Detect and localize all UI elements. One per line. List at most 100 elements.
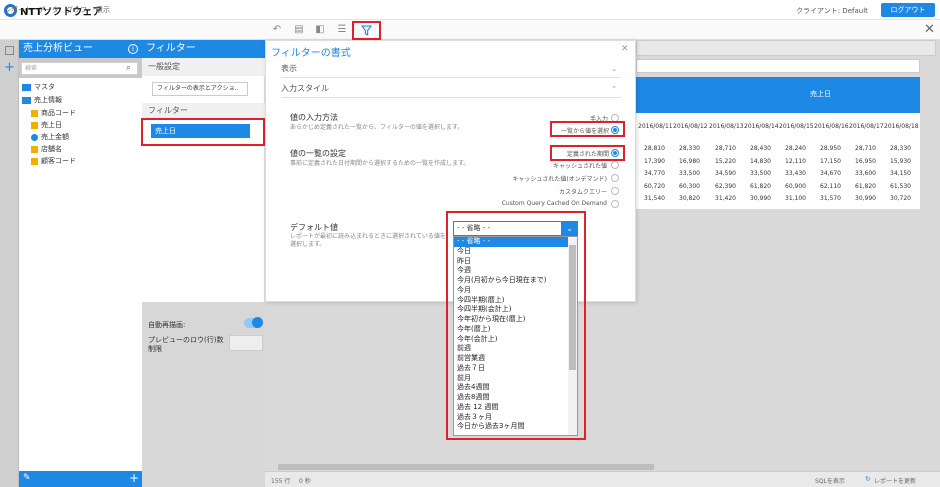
- section-input-style[interactable]: 入力スタイル ⌃: [281, 80, 621, 98]
- sort-icon[interactable]: ☰: [335, 23, 349, 37]
- horizontal-scrollbar[interactable]: [278, 464, 654, 470]
- default-value-select[interactable]: - - 省略 - -: [453, 221, 578, 236]
- radio-custom-query[interactable]: [611, 187, 619, 195]
- column-header[interactable]: 2016/08/16: [814, 123, 849, 130]
- add-icon[interactable]: +: [129, 471, 139, 485]
- edit-icon[interactable]: ✎: [23, 473, 31, 483]
- tree-field-customer-code[interactable]: 顧客コード: [31, 156, 76, 166]
- tree-folder-sales[interactable]: 売上情報: [22, 95, 62, 105]
- refresh-icon[interactable]: ↻: [865, 475, 871, 483]
- dropdown-option[interactable]: 昨日: [454, 257, 577, 267]
- table-cell: 28,430: [750, 145, 771, 152]
- chevron-down-icon[interactable]: ⌄: [561, 221, 578, 236]
- refresh-report-link[interactable]: レポートを更新: [874, 476, 916, 485]
- table-cell: 61,820: [855, 182, 876, 190]
- auto-refresh-toggle[interactable]: [244, 317, 263, 328]
- show-sql-link[interactable]: SQLを表示: [815, 476, 845, 485]
- chevron-up-icon: ⌃: [611, 85, 617, 93]
- undo-icon[interactable]: ↶: [270, 23, 284, 37]
- add-icon[interactable]: +: [4, 60, 15, 75]
- display-action-button[interactable]: フィルターの表示とアクショ..: [152, 82, 248, 96]
- dropdown-option[interactable]: 過去4週間: [454, 383, 577, 393]
- layout-icon[interactable]: ◧: [313, 23, 327, 37]
- search-icon[interactable]: ⌕: [126, 63, 131, 73]
- report-search-bar[interactable]: [636, 59, 920, 73]
- table-cell: 34,150: [890, 170, 911, 177]
- tree-field-sales-amount[interactable]: 売上金額: [31, 132, 69, 142]
- dropdown-option[interactable]: 今月(月初から今日現在まで): [454, 276, 577, 286]
- info-icon[interactable]: i: [128, 44, 138, 54]
- grid-icon[interactable]: [5, 46, 14, 55]
- table-cell: 61,820: [750, 182, 771, 190]
- field-icon: [31, 121, 38, 129]
- dropdown-option[interactable]: 前週: [454, 344, 577, 354]
- menu-report[interactable]: レポート: [4, 5, 32, 15]
- table-cell: 33,500: [750, 170, 771, 177]
- table-cell: 31,570: [820, 195, 841, 202]
- dropdown-option[interactable]: 今四半期(暦上): [454, 296, 577, 306]
- default-value-title: デフォルト値: [290, 223, 338, 232]
- radio-defined-period[interactable]: [611, 149, 619, 157]
- table-cell: 28,330: [890, 145, 911, 152]
- dropdown-option[interactable]: 前営業週: [454, 354, 577, 364]
- logout-button[interactable]: ログアウト: [881, 3, 935, 17]
- default-value-desc: レポートが最初に読み込まれるときに選択されている値を選択します。: [290, 233, 446, 248]
- table-icon[interactable]: ▤: [292, 23, 306, 37]
- left-bottom-bar: ✎ +: [19, 471, 142, 487]
- radio-list-select[interactable]: [611, 126, 619, 134]
- menu-view[interactable]: 表示: [96, 5, 110, 15]
- dropdown-option[interactable]: 今年(会計上): [454, 335, 577, 345]
- dropdown-option[interactable]: 過去 12 週間: [454, 403, 577, 413]
- dropdown-option[interactable]: - - 省略 - -: [454, 237, 577, 247]
- table-cell: 31,100: [785, 195, 806, 202]
- table-cell: 30,820: [679, 195, 700, 202]
- column-header[interactable]: 2016/08/12: [673, 123, 708, 130]
- dropdown-option[interactable]: 今週: [454, 266, 577, 276]
- dropdown-option[interactable]: 今年初から現在(暦上): [454, 315, 577, 325]
- dropdown-option[interactable]: 過去３ヶ月: [454, 413, 577, 423]
- dropdown-option[interactable]: 今日から過去3ヶ月間: [454, 422, 577, 432]
- dropdown-option[interactable]: 今年(暦上): [454, 325, 577, 335]
- menu-data[interactable]: データ: [38, 5, 59, 15]
- option-list-select: 一覧から値を選択: [560, 128, 609, 135]
- table-cell: 28,810: [644, 145, 665, 152]
- auto-refresh-label: 自動再描画:: [148, 321, 186, 329]
- search-input[interactable]: 検索: [21, 62, 138, 75]
- column-header[interactable]: 2016/08/14: [744, 123, 779, 130]
- table-cell: 17,150: [820, 157, 841, 165]
- preview-rows-input[interactable]: [229, 335, 263, 351]
- dropdown-option[interactable]: 過去8週間: [454, 393, 577, 403]
- radio-custom-query-cached[interactable]: [611, 200, 619, 208]
- radio-cached-values[interactable]: [611, 161, 619, 169]
- section-display[interactable]: 表示 ⌄: [281, 60, 621, 78]
- column-header[interactable]: 2016/08/18: [884, 123, 919, 130]
- dropdown-option[interactable]: 前月: [454, 374, 577, 384]
- column-header[interactable]: 2016/08/13: [709, 123, 744, 130]
- dropdown-option[interactable]: 今月: [454, 286, 577, 296]
- dropdown-option[interactable]: 今四半期(会計上): [454, 305, 577, 315]
- option-cached-values: キャッシュされた値: [552, 163, 607, 170]
- column-header[interactable]: 2016/08/11: [638, 123, 673, 130]
- tree-folder-master[interactable]: マスタ: [22, 82, 55, 92]
- dialog-close-icon[interactable]: ✕: [621, 44, 629, 54]
- dropdown-option[interactable]: 過去７日: [454, 364, 577, 374]
- panel-title: 売上分析ビュー: [19, 40, 142, 58]
- filter-toolbar-button[interactable]: [352, 21, 381, 40]
- row-count: 155 行: [271, 478, 291, 485]
- filter-item-sales-date[interactable]: 売上日: [151, 124, 250, 138]
- table-cell: 28,330: [679, 145, 700, 152]
- tree-field-sales-date[interactable]: 売上日: [31, 120, 62, 130]
- column-header[interactable]: 2016/08/17: [849, 123, 884, 130]
- value-list-title: 値の一覧の設定: [290, 149, 346, 158]
- column-header[interactable]: 2016/08/15: [779, 123, 814, 130]
- dropdown-option[interactable]: 今日: [454, 247, 577, 257]
- tree-field-product-code[interactable]: 商品コード: [31, 108, 76, 118]
- report-group-header: [636, 77, 920, 113]
- table-cell: 30,990: [750, 195, 771, 202]
- option-defined-period: 定義された期間: [566, 151, 609, 158]
- radio-cached-on-demand[interactable]: [611, 174, 619, 182]
- dropdown-scrollbar-thumb[interactable]: [569, 245, 576, 370]
- close-icon[interactable]: ✕: [924, 22, 935, 37]
- tree-field-store-name[interactable]: 店舗名: [31, 144, 62, 154]
- menu-graph[interactable]: グラフ: [66, 5, 87, 15]
